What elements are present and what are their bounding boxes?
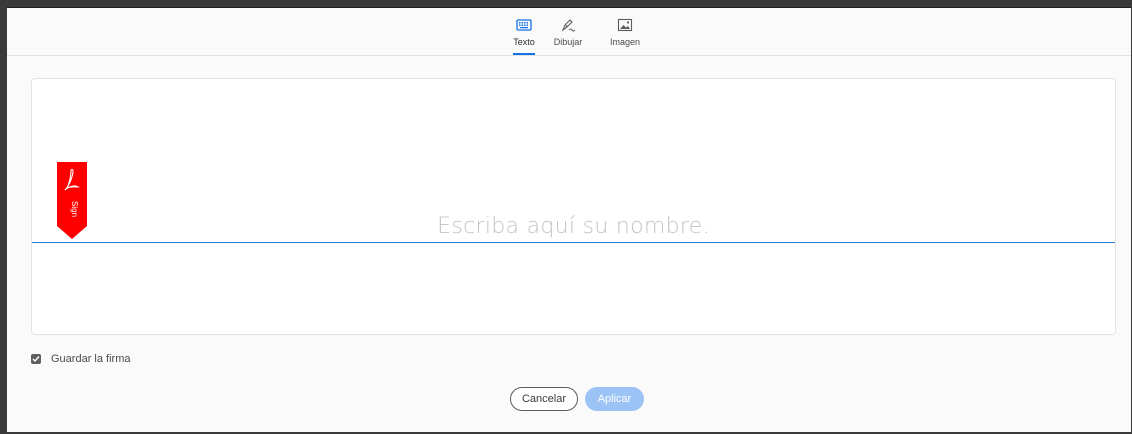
keyboard-icon [516, 19, 532, 31]
tab-label: Imagen [609, 37, 641, 47]
save-signature-label: Guardar la firma [51, 353, 131, 365]
tab-label: Dibujar [553, 37, 583, 47]
tab-bar: Texto Dibujar Imagen [7, 8, 1131, 56]
apply-button[interactable]: Aplicar [585, 387, 644, 411]
signature-baseline [32, 242, 1115, 243]
tab-imagen[interactable]: Imagen [595, 18, 655, 47]
signature-dialog: Texto Dibujar Imagen Sign Escriba aquí s… [7, 7, 1131, 432]
pen-draw-icon [561, 19, 576, 32]
tab-dibujar[interactable]: Dibujar [538, 18, 598, 47]
active-tab-indicator [513, 53, 535, 55]
signature-placeholder: Escriba aquí su nombre. [437, 214, 710, 239]
image-icon [617, 18, 633, 32]
save-signature-checkbox[interactable] [31, 354, 41, 364]
cancel-button[interactable]: Cancelar [510, 387, 578, 411]
checkmark-icon [32, 356, 40, 363]
save-signature-option[interactable]: Guardar la firma [31, 351, 130, 367]
signature-input-area[interactable]: Sign Escriba aquí su nombre. [31, 78, 1116, 335]
